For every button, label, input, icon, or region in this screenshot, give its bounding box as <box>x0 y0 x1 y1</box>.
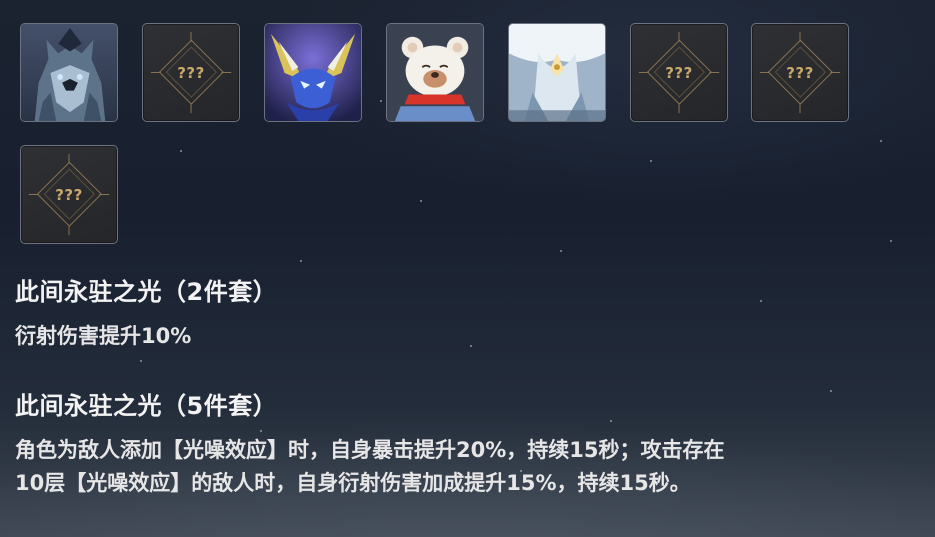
set-bonus-2pc-title: 此间永驻之光（2件套） <box>15 278 278 306</box>
echo-slot-3[interactable] <box>264 23 362 122</box>
winged-mask-portrait-icon <box>265 24 361 121</box>
bear-portrait-icon <box>387 24 483 121</box>
set-bonus-5pc-desc-line2: 10层【光噪效应】的敌人时，自身衍射伤害加成提升15%，持续15秒。 <box>15 471 691 495</box>
echo-slot-8-locked[interactable]: ??? <box>20 145 118 244</box>
echo-slot-2-locked[interactable]: ??? <box>142 23 240 122</box>
set-bonus-5pc-desc-line1: 角色为敌人添加【光噪效应】时，自身暴击提升20%，持续15秒；攻击存在 <box>15 438 725 462</box>
echo-slot-7-locked[interactable]: ??? <box>751 23 849 122</box>
locked-label: ??? <box>665 64 693 82</box>
white-robed-figure-portrait-icon <box>509 24 605 121</box>
echo-slot-6-locked[interactable]: ??? <box>630 23 728 122</box>
locked-label: ??? <box>177 64 205 82</box>
locked-label: ??? <box>55 186 83 204</box>
locked-label: ??? <box>786 64 814 82</box>
echo-slot-5[interactable] <box>508 23 606 122</box>
echo-slot-4[interactable] <box>386 23 484 122</box>
wolf-portrait-icon <box>21 24 117 121</box>
echo-slot-1[interactable] <box>20 23 118 122</box>
set-bonus-5pc-title: 此间永驻之光（5件套） <box>15 392 278 420</box>
set-bonus-2pc-desc: 衍射伤害提升10% <box>15 324 192 348</box>
